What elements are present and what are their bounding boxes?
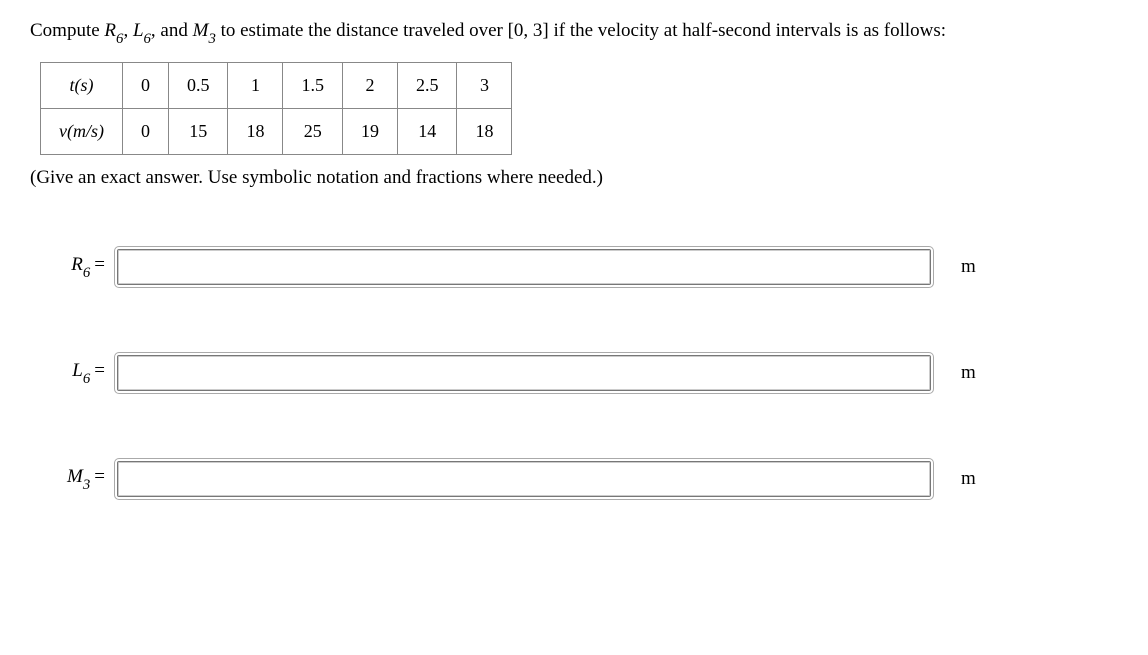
table-cell: 1	[228, 62, 283, 108]
table-cell: 18	[228, 108, 283, 154]
answer-input-m3[interactable]	[117, 461, 931, 497]
velocity-table: t(s) 0 0.5 1 1.5 2 2.5 3 v(m/s) 0 15 18 …	[40, 62, 512, 155]
table-row: t(s) 0 0.5 1 1.5 2 2.5 3	[41, 62, 512, 108]
answer-input-l6[interactable]	[117, 355, 931, 391]
table-row: v(m/s) 0 15 18 25 19 14 18	[41, 108, 512, 154]
unit-label: m	[961, 468, 976, 490]
table-cell: 3	[457, 62, 512, 108]
question-prompt: Compute R6, L6, and M3 to estimate the d…	[30, 20, 1118, 46]
table-cell: 14	[397, 108, 457, 154]
row-header-t: t(s)	[41, 62, 123, 108]
table-cell: 0	[122, 62, 168, 108]
unit-label: m	[961, 362, 976, 384]
table-cell: 2.5	[397, 62, 457, 108]
unit-label: m	[961, 256, 976, 278]
symbol-R6: R6	[104, 20, 123, 41]
instruction-note: (Give an exact answer. Use symbolic nota…	[30, 167, 1118, 189]
table-cell: 15	[168, 108, 228, 154]
answer-label-r6: R6=	[30, 254, 117, 280]
answer-row-l6: L6= m	[30, 355, 1118, 391]
answer-row-r6: R6= m	[30, 249, 1118, 285]
table-cell: 1.5	[283, 62, 343, 108]
answer-input-r6[interactable]	[117, 249, 931, 285]
answer-label-m3: M3=	[30, 466, 117, 492]
row-header-v: v(m/s)	[41, 108, 123, 154]
symbol-M3: M3	[193, 20, 216, 41]
prompt-text-post: to estimate the distance traveled over […	[216, 20, 946, 41]
table-cell: 19	[342, 108, 397, 154]
table-cell: 0	[122, 108, 168, 154]
table-cell: 25	[283, 108, 343, 154]
table-cell: 18	[457, 108, 512, 154]
table-cell: 0.5	[168, 62, 228, 108]
answer-row-m3: M3= m	[30, 461, 1118, 497]
symbol-L6: L6	[133, 20, 151, 41]
prompt-text-pre: Compute	[30, 20, 104, 41]
answer-label-l6: L6=	[30, 360, 117, 386]
table-cell: 2	[342, 62, 397, 108]
